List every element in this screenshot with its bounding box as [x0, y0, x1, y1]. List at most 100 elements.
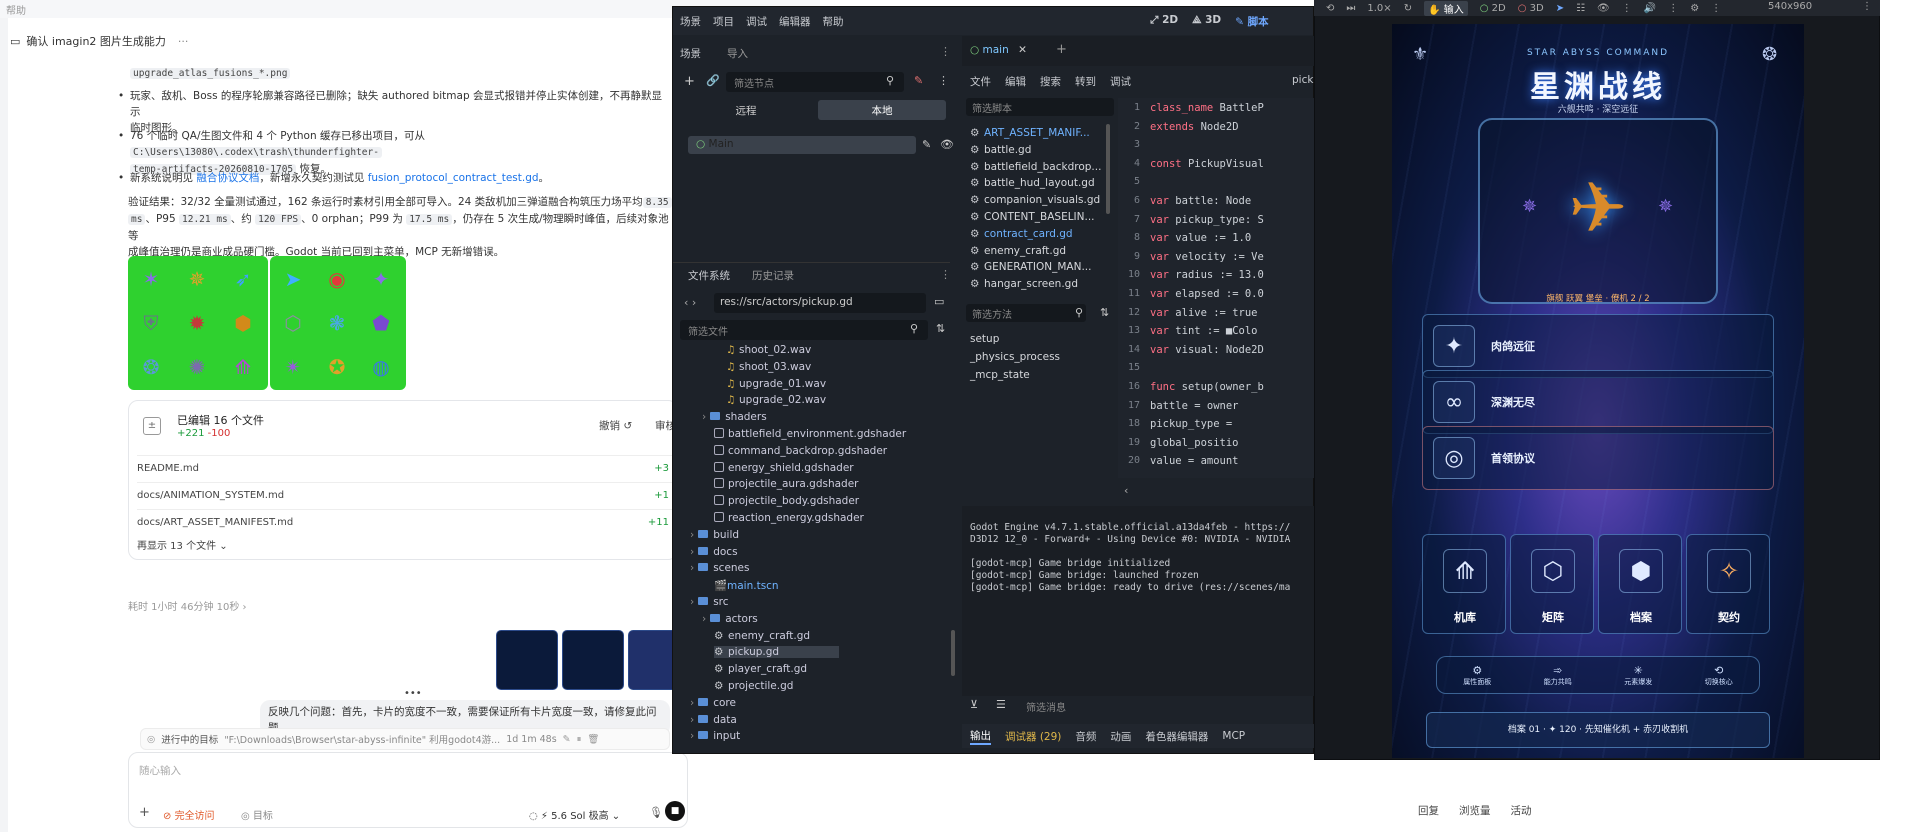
menu-endless-button[interactable]: ∞ 深渊无尽	[1422, 370, 1774, 434]
add-tab-icon[interactable]: +	[1056, 42, 1067, 57]
goal-button[interactable]: ◎ 目标	[241, 807, 273, 822]
fs-item[interactable]: energy_shield.gdshader	[714, 461, 854, 474]
clear-icon[interactable]: ⊻	[970, 698, 978, 711]
select-icon[interactable]: ➤	[1556, 3, 1564, 14]
task-bar[interactable]: ◎ 进行中的目标 "F:\Downloads\Browser\star-abys…	[140, 728, 670, 750]
script-list-item[interactable]: ⚙ battle.gd	[970, 144, 1031, 156]
script-attach-icon[interactable]: ✎	[914, 74, 923, 87]
remote-tab[interactable]: 远程	[682, 100, 810, 120]
link-icon[interactable]: 🔗	[706, 74, 720, 87]
panel-toggle-icon[interactable]: ▭	[934, 295, 944, 308]
fs-item[interactable]: ⚙ enemy_craft.gd	[714, 630, 810, 642]
screenshot-thumb-1[interactable]	[496, 630, 558, 690]
mode-script[interactable]: ✎ 脚本	[1235, 14, 1268, 29]
mode-2d[interactable]: ⤢ 2D	[1150, 14, 1178, 29]
fs-item[interactable]: ⚙ pickup.gd	[714, 646, 840, 659]
more-icon[interactable]: ⋮	[1711, 3, 1721, 14]
method-item[interactable]: setup	[970, 333, 999, 345]
fs-scrollbar[interactable]	[951, 630, 955, 676]
mode-3d[interactable]: ⟁ 3D	[1192, 14, 1221, 29]
nav-arrows[interactable]: ‹ ›	[684, 296, 696, 309]
bottom-tab[interactable]: 着色器编辑器	[1145, 729, 1208, 744]
bottom-tab[interactable]: 音频	[1075, 729, 1096, 744]
fs-item[interactable]: battlefield_environment.gdshader	[714, 428, 906, 440]
method-item[interactable]: _mcp_state	[970, 369, 1030, 381]
test-link[interactable]: fusion_protocol_contract_test.gd	[368, 172, 539, 184]
image-thumbnail-1[interactable]: ✶ ✵ ➶ ⛨ ✹ ⬢ ❂ ✺ ⟰	[128, 256, 268, 390]
more-icon[interactable]: ⋮	[938, 74, 949, 87]
script-list-item[interactable]: ⚙ enemy_craft.gd	[970, 245, 1066, 257]
script-menu-item[interactable]: 编辑	[1005, 74, 1026, 89]
speaker-icon[interactable]: 🔊	[1644, 3, 1656, 14]
fs-item[interactable]: › actors	[702, 613, 758, 625]
fs-item[interactable]: › data	[690, 714, 737, 726]
godot-menu-item[interactable]: 编辑器	[779, 14, 811, 29]
hangar-button[interactable]: ⟰ 机库	[1422, 534, 1506, 634]
reset-icon[interactable]: ↻	[1404, 3, 1412, 14]
skip-icon[interactable]: ⏭	[1346, 3, 1355, 14]
show-more-files[interactable]: 再显示 13 个文件 ⌄	[137, 537, 228, 552]
fs-item[interactable]: ♫ upgrade_01.wav	[726, 378, 826, 390]
collapse-arrow-icon[interactable]: ‹	[1124, 484, 1128, 497]
fs-item[interactable]: 🎬main.tscn	[714, 579, 779, 592]
script-list-item[interactable]: ⚙ ART_ASSET_MANIF...	[970, 127, 1090, 139]
filter-scripts-input[interactable]: 筛选脚本	[966, 98, 1114, 116]
fs-item[interactable]: ♫ shoot_03.wav	[726, 361, 811, 373]
close-tab-icon[interactable]: ✕	[1018, 44, 1027, 56]
sort-icon[interactable]: ⇅	[1100, 306, 1109, 319]
doc-link[interactable]: 融合协议文档	[196, 172, 259, 184]
dock-menu-icon[interactable]: ⋮	[940, 268, 951, 281]
stop-button[interactable]: ■	[665, 801, 685, 821]
method-item[interactable]: _physics_process	[970, 351, 1060, 363]
editor-tab-main[interactable]: ○ main ✕	[970, 44, 1027, 56]
fs-item[interactable]: › build	[690, 529, 739, 541]
file-row[interactable]: docs/ANIMATION_SYSTEM.md +1	[137, 482, 677, 508]
fs-item[interactable]: › shaders	[702, 411, 767, 423]
more-icon[interactable]: ⋮	[1862, 1, 1872, 12]
dock-menu-icon[interactable]: ⋮	[940, 45, 951, 58]
footer-link[interactable]: 回复	[1418, 803, 1439, 818]
quick-attributes[interactable]: ⚙ 属性面板	[1463, 664, 1491, 687]
fs-item[interactable]: ⚙ projectile.gd	[714, 680, 793, 692]
mic-icon[interactable]: 🎙	[649, 806, 663, 819]
script-list-item[interactable]: ⚙ CONTENT_BASELIN...	[970, 211, 1095, 223]
model-selector[interactable]: ◌ ⚡ 5.6 Sol 极高 ⌄	[529, 807, 620, 822]
delete-icon[interactable]: 🗑	[587, 734, 599, 745]
quick-burst[interactable]: ✳ 元素爆发	[1624, 664, 1652, 687]
archive-button[interactable]: ⬢ 档案	[1598, 534, 1682, 634]
add-icon[interactable]: +	[139, 805, 150, 820]
message-input[interactable]: 随心输入	[139, 763, 181, 778]
filter-messages-input[interactable]: 筛选消息	[1018, 697, 1314, 715]
godot-menu-item[interactable]: 场景	[680, 14, 701, 29]
script-list-item[interactable]: ⚙ battlefield_backdrop...	[970, 161, 1101, 173]
tab-history[interactable]: 历史记录	[752, 268, 794, 283]
image-thumbnail-2[interactable]: ➤ ◉ ✦ ⬡ ❃ ⬟ ✴ ✪ ◍	[270, 256, 406, 390]
bottom-tab[interactable]: 调试器 (29)	[1005, 729, 1061, 744]
fs-item[interactable]: reaction_energy.gdshader	[714, 512, 864, 524]
script-menu-item[interactable]: 转到	[1075, 74, 1096, 89]
fs-item[interactable]: ⚙ player_craft.gd	[714, 663, 807, 675]
bottom-tab[interactable]: MCP	[1222, 730, 1245, 742]
tab-import[interactable]: 导入	[727, 46, 748, 61]
add-node-icon[interactable]: +	[684, 74, 695, 89]
script-list-item[interactable]: ⚙ GENERATION_MAN...	[970, 261, 1092, 273]
filter-nodes-input[interactable]: 筛选节点	[726, 72, 904, 92]
fs-item[interactable]: › core	[690, 697, 736, 709]
settings-icon[interactable]: ⚙	[1690, 3, 1699, 14]
script-list-item[interactable]: ⚙ contract_card.gd	[970, 228, 1073, 240]
fs-item[interactable]: › src	[690, 596, 729, 608]
tab-scene[interactable]: 场景	[680, 46, 701, 61]
contract-button[interactable]: ✧ 契约	[1686, 534, 1770, 634]
game-viewport[interactable]: ⚜ ❂ STAR ABYSS COMMAND 星渊战线 六舰共鸣 · 深空远征 …	[1392, 24, 1804, 758]
more-icon[interactable]: ⋮	[1622, 3, 1632, 14]
fs-path-input[interactable]: res://src/actors/pickup.gd	[714, 293, 926, 313]
quick-core[interactable]: ⟲ 切换核心	[1705, 664, 1733, 687]
more-icon[interactable]: ⋮	[1668, 3, 1678, 14]
file-row[interactable]: docs/ART_ASSET_MANIFEST.md +11	[137, 509, 677, 535]
screenshot-thumb-2[interactable]	[562, 630, 624, 690]
footer-link[interactable]: 浏览量	[1459, 803, 1491, 818]
godot-menu-item[interactable]: 项目	[713, 14, 734, 29]
eye-icon[interactable]: 👁	[1597, 3, 1610, 14]
fs-item[interactable]: ♫ upgrade_02.wav	[726, 394, 826, 406]
fs-item[interactable]: command_backdrop.gdshader	[714, 444, 887, 457]
